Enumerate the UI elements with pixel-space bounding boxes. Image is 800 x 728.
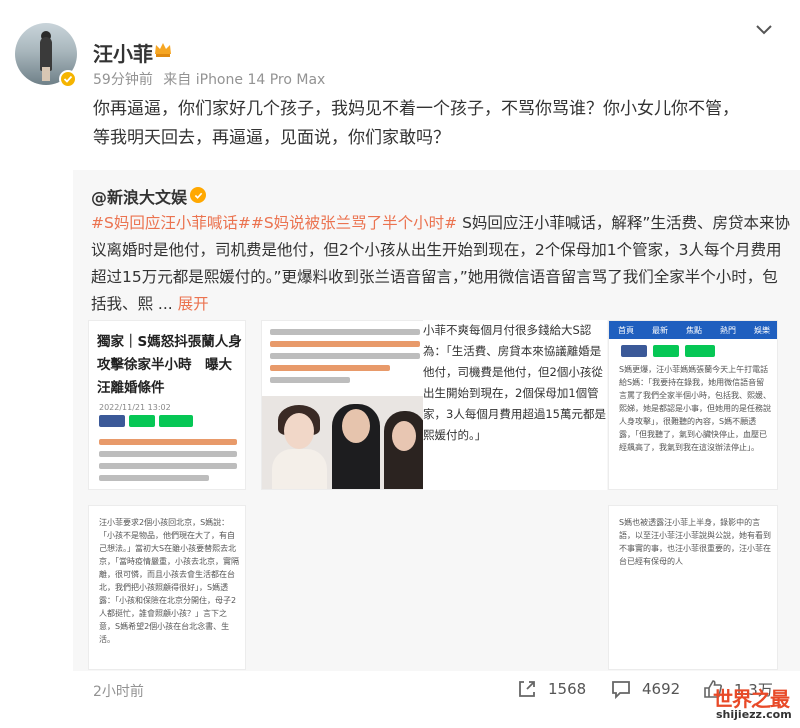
comment-icon bbox=[612, 681, 630, 700]
repost-image[interactable]: 汪小菲要求2個小孩回北京，S媽說：「小孩不是物品，他們現在大了，有自己想法。」當… bbox=[88, 505, 246, 670]
repost-image[interactable]: 首頁 最新 焦點 熱門 娛樂 S媽更爆，汪小菲媽媽張蘭今天上午打電話給S媽：「我… bbox=[608, 320, 778, 490]
repost-count: 1568 bbox=[548, 680, 587, 698]
repost-text: #S妈回应汪小菲喊话##S妈说被张兰骂了半个小时# S妈回应汪小菲喊话，解释”生… bbox=[91, 210, 791, 318]
verified-badge-icon bbox=[190, 187, 206, 203]
image-date: 2022/11/21 13:02 bbox=[99, 403, 171, 412]
expand-link[interactable]: 展开 bbox=[173, 295, 209, 313]
repost-time: 2小时前 bbox=[93, 684, 144, 700]
repost-author[interactable]: @新浪大文娱 bbox=[91, 184, 187, 208]
image-navbar: 首頁 最新 焦點 熱門 娛樂 bbox=[609, 321, 777, 339]
image-text: 汪小菲要求2個小孩回北京，S媽說：「小孩不是物品，他們現在大了，有自己想法。」當… bbox=[99, 518, 239, 644]
image-nav-item: 首頁 bbox=[618, 325, 634, 335]
weibo-post: 汪小菲 59分钟前 来自 iPhone 14 Pro Max 你再逼逼，你们家好… bbox=[0, 0, 800, 728]
image-text: S媽更爆，汪小菲媽媽張蘭今天上午打電話給S媽：「我要持在錄我，她用微信語音留言罵… bbox=[619, 365, 771, 452]
repost-image[interactable]: S媽也被透露汪小菲上半身，錄影中的言語，以至汪小菲汪小菲說與公說，她有看到不事實… bbox=[608, 505, 778, 670]
repost-card[interactable]: @新浪大文娱 #S妈回应汪小菲喊话##S妈说被张兰骂了半个小时# S妈回应汪小菲… bbox=[73, 170, 800, 671]
image-nav-item: 焦點 bbox=[686, 325, 702, 335]
comment-button[interactable]: 4692 bbox=[610, 678, 680, 700]
image-nav-item: 最新 bbox=[652, 325, 668, 335]
image-nav-item: 娛樂 bbox=[754, 325, 770, 335]
repost-image[interactable] bbox=[261, 320, 427, 490]
verified-badge-icon bbox=[59, 70, 77, 88]
repost-image[interactable]: 小菲不爽每個月付很多錢給大S認為：「生活費、房貸本來協議離婚是他付，司機費是他付… bbox=[423, 320, 607, 490]
hashtag-link[interactable]: #S妈回应汪小菲喊话# bbox=[91, 214, 251, 232]
comment-count: 4692 bbox=[642, 680, 681, 698]
post-time: 59分钟前 bbox=[93, 72, 153, 88]
post-text-line: 你再逼逼，你们家好几个孩子，我妈见不着一个孩子，不骂你骂谁？你小女儿你不管， bbox=[93, 99, 739, 119]
watermark-url: shijiezz.com bbox=[716, 708, 792, 721]
author-name[interactable]: 汪小菲 bbox=[93, 38, 153, 67]
chevron-down-icon[interactable] bbox=[754, 22, 774, 36]
post-source: 来自 iPhone 14 Pro Max bbox=[163, 72, 326, 88]
repost-image[interactable]: 獨家｜S媽怒抖張蘭人身攻擊徐家半小時 曝大汪離婚條件 2022/11/21 13… bbox=[88, 320, 246, 490]
repost-button[interactable]: 1568 bbox=[516, 678, 586, 700]
post-meta: 59分钟前 来自 iPhone 14 Pro Max bbox=[93, 69, 325, 89]
share-icon bbox=[519, 681, 535, 697]
hashtag-link[interactable]: #S妈说被张兰骂了半个小时# bbox=[251, 214, 457, 232]
post-text-line: 等我明天回去，再逼逼，见面说，你们家敢吗？ bbox=[93, 128, 450, 148]
image-text: 小菲不爽每個月付很多錢給大S認為：「生活費、房貸本來協議離婚是他付，司機費是他付… bbox=[423, 323, 606, 442]
image-headline: 獨家｜S媽怒抖張蘭人身攻擊徐家半小時 曝大汪離婚條件 bbox=[97, 334, 242, 396]
vip-crown-icon bbox=[155, 43, 171, 57]
image-text: S媽也被透露汪小菲上半身，錄影中的言語，以至汪小菲汪小菲說與公說，她有看到不事實… bbox=[619, 518, 771, 566]
post-text: 你再逼逼，你们家好几个孩子，我妈见不着一个孩子，不骂你骂谁？你小女儿你不管， 等… bbox=[93, 95, 783, 153]
image-nav-item: 熱門 bbox=[720, 325, 736, 335]
